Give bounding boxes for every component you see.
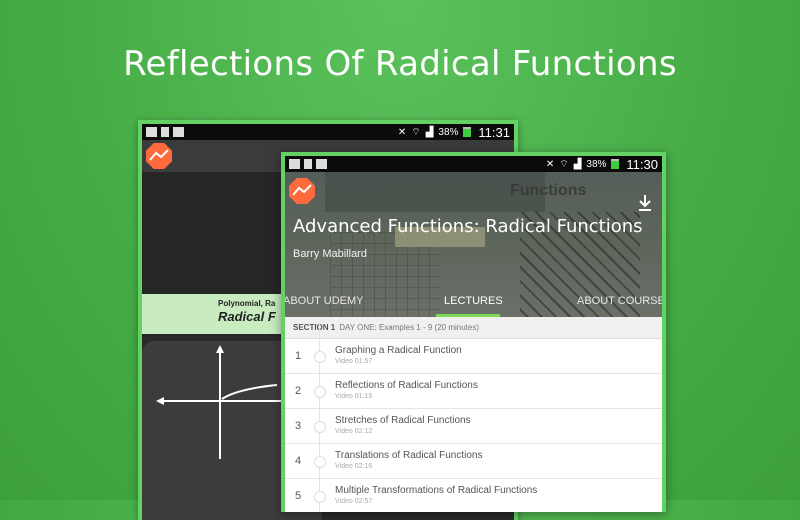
instructor-name: Barry Mabillard — [293, 248, 367, 260]
notification-icon — [304, 159, 312, 169]
battery-icon — [611, 159, 620, 169]
lecture-title: Multiple Transformations of Radical Func… — [335, 485, 538, 496]
lecture-meta: Video 02:12 — [335, 428, 373, 435]
lecture-meta: Video 01:57 — [335, 358, 373, 365]
tab-about-course[interactable]: ABOUT COURSE — [577, 295, 662, 307]
lecture-item[interactable]: 4 Translations of Radical Functions Vide… — [285, 444, 662, 479]
progress-dot-icon — [314, 386, 326, 398]
tab-bar: ABOUT UDEMY LECTURES ABOUT COURSE — [285, 287, 662, 317]
wifi-icon: ⌔ — [411, 126, 421, 138]
progress-dot-icon — [314, 421, 326, 433]
wifi-icon: ⌔ — [559, 158, 569, 170]
lecture-meta: Video 01:15 — [335, 393, 373, 400]
tab-about-udemy[interactable]: ABOUT UDEMY — [285, 295, 363, 307]
battery-percent: 38% — [586, 158, 607, 170]
clock: 11:31 — [478, 124, 510, 140]
lecture-meta: Video 02:57 — [335, 498, 373, 505]
image-icon — [173, 127, 184, 137]
lecture-title: Reflections of Radical Functions — [335, 380, 478, 391]
section-header: SECTION 1 DAY ONE: Examples 1 - 9 (20 mi… — [285, 317, 662, 339]
progress-dot-icon — [314, 491, 326, 503]
notification-icon — [146, 127, 157, 137]
lecture-item[interactable]: 3 Stretches of Radical Functions Video 0… — [285, 409, 662, 444]
notification-icon — [289, 159, 300, 169]
headline: Reflections Of Radical Functions — [123, 44, 677, 84]
lecture-title: Translations of Radical Functions — [335, 450, 483, 461]
front-phone-frame: ✕ ⌔ ▟ 38% 11:30 Functions Advanced Funct… — [281, 152, 666, 512]
status-bar: ✕ ⌔ ▟ 38% 11:31 — [142, 124, 514, 140]
active-tab-indicator — [436, 314, 500, 317]
progress-dot-icon — [314, 351, 326, 363]
logo-icon[interactable] — [146, 143, 172, 169]
course-title: Advanced Functions: Radical Functions — [293, 216, 643, 237]
signal-icon: ▟ — [425, 126, 434, 138]
lecture-number: 2 — [295, 385, 302, 397]
clock: 11:30 — [626, 156, 658, 172]
lecture-meta: Video 02:16 — [335, 463, 373, 470]
battery-icon — [463, 127, 472, 137]
signal-icon: ▟ — [573, 158, 582, 170]
download-icon[interactable] — [638, 194, 652, 212]
progress-dot-icon — [314, 456, 326, 468]
lecture-item[interactable]: 5 Multiple Transformations of Radical Fu… — [285, 479, 662, 512]
section-label: SECTION 1 — [293, 323, 336, 332]
image-icon — [316, 159, 327, 169]
notification-icon — [161, 127, 169, 137]
lecture-number: 4 — [295, 455, 302, 467]
lecture-number: 1 — [295, 350, 302, 362]
course-header: Functions Advanced Functions: Radical Fu… — [285, 172, 662, 317]
status-bar: ✕ ⌔ ▟ 38% 11:30 — [285, 156, 662, 172]
lecture-number: 3 — [295, 420, 302, 432]
front-screen: ✕ ⌔ ▟ 38% 11:30 Functions Advanced Funct… — [285, 156, 662, 512]
battery-percent: 38% — [438, 126, 459, 138]
lecture-number: 5 — [295, 490, 302, 502]
lecture-title: Stretches of Radical Functions — [335, 415, 471, 426]
mute-icon: ✕ — [397, 126, 407, 138]
lecture-item[interactable]: 2 Reflections of Radical Functions Video… — [285, 374, 662, 409]
mute-icon: ✕ — [545, 158, 555, 170]
section-name: DAY ONE: Examples 1 - 9 (20 minutes) — [339, 323, 479, 332]
lecture-item[interactable]: 1 Graphing a Radical Function Video 01:5… — [285, 339, 662, 374]
lecture-title: Graphing a Radical Function — [335, 345, 462, 356]
tab-lectures[interactable]: LECTURES — [444, 295, 503, 307]
